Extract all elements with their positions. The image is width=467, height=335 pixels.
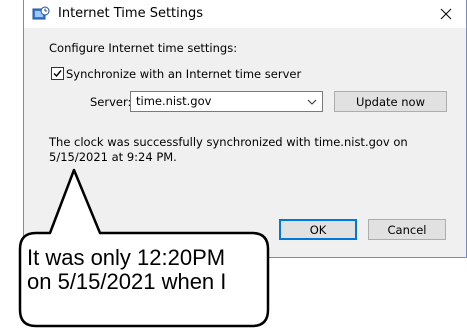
callout-line-1: It was only 12:20PM [27, 245, 226, 270]
callout-text: It was only 12:20PM on 5/15/2021 when I [27, 246, 277, 294]
callout-line-2: on 5/15/2021 when I [27, 269, 227, 294]
stage: Internet Time Settings Configure Interne… [0, 0, 467, 335]
